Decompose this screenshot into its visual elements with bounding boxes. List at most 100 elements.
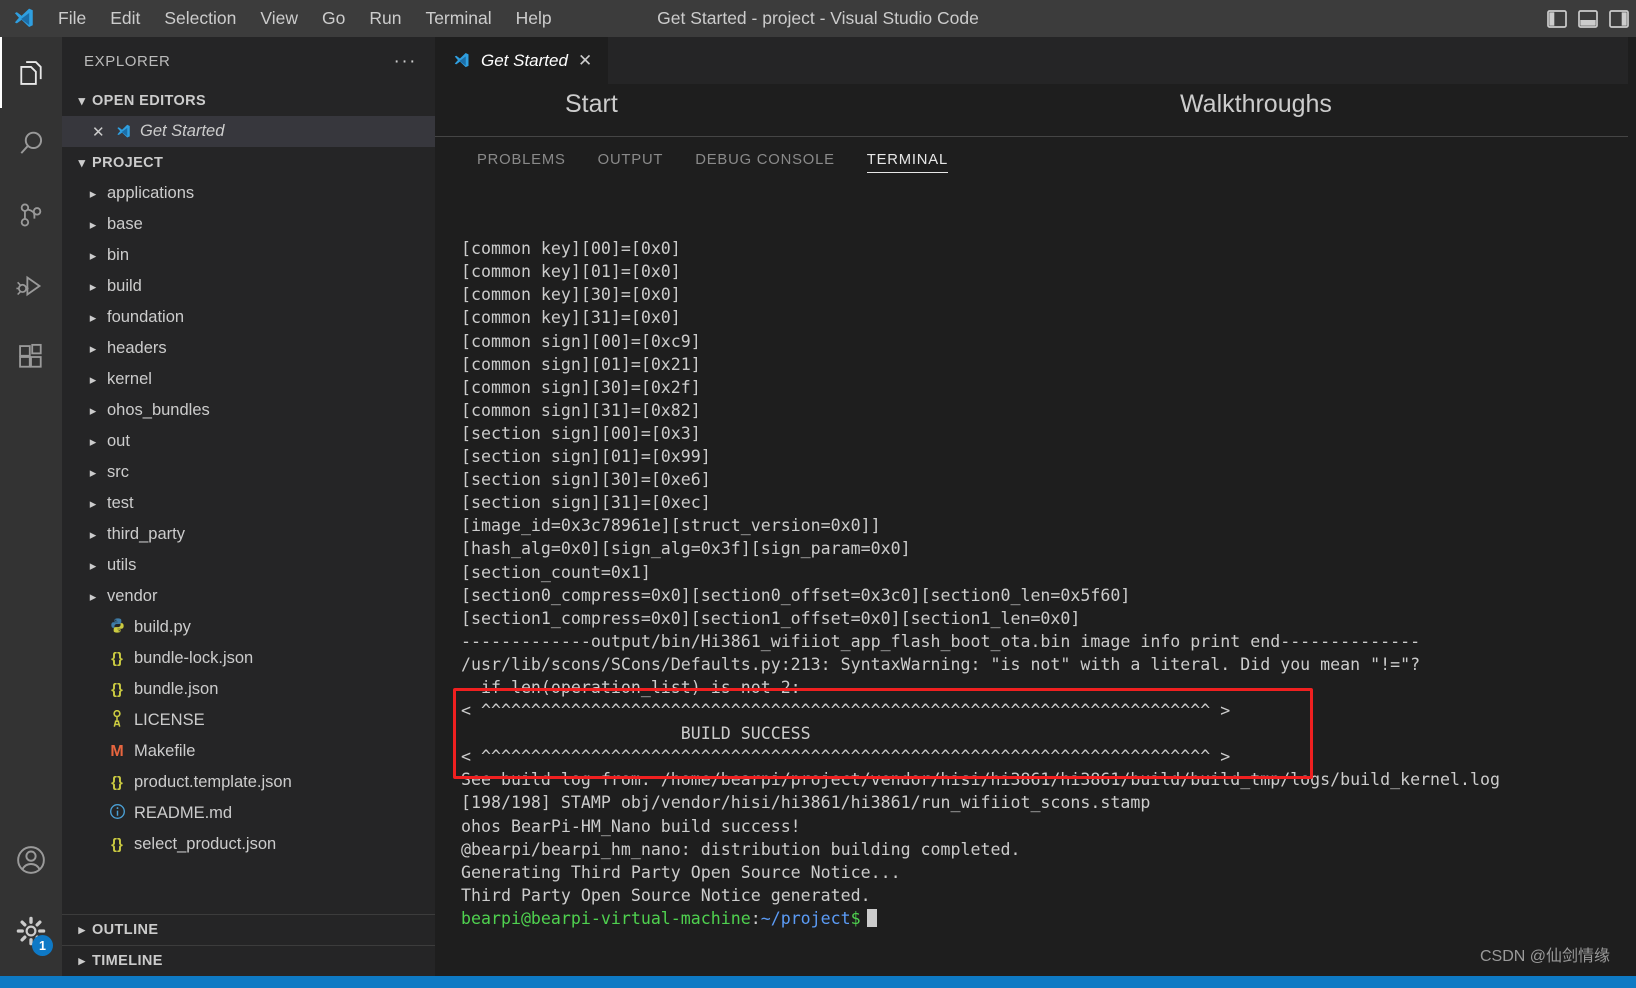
chevron-right-icon: ▸ (89, 247, 97, 263)
tree-item-label: bundle.json (134, 680, 219, 698)
terminal-body: [common key][00]=[0x0] [common key][01]=[… (435, 237, 1628, 930)
tree-item-headers[interactable]: ▸ headers (62, 333, 435, 364)
terminal-after-line-4: @bearpi/bearpi_hm_nano: distribution bui… (461, 839, 1021, 859)
tab-terminal[interactable]: TERMINAL (851, 137, 964, 183)
prompt-separator: : (750, 908, 761, 928)
activity-explorer[interactable] (0, 37, 62, 108)
tree-item-utils[interactable]: ▸ utils (62, 550, 435, 581)
python-icon (107, 617, 127, 638)
menu-edit[interactable]: Edit (98, 5, 152, 32)
tree-item-build-py[interactable]: build.py (62, 612, 435, 643)
title-bar: File Edit Selection View Go Run Terminal… (0, 0, 1636, 37)
prompt-path: ~/project (760, 908, 851, 928)
tree-item-bundle-lock-json[interactable]: {} bundle-lock.json (62, 643, 435, 674)
terminal-line-9: [section sign][01]=[0x99] (461, 447, 711, 467)
menu-file[interactable]: File (46, 5, 98, 32)
tree-item-third-party[interactable]: ▸ third_party (62, 519, 435, 550)
terminal-line-13: [hash_alg=0x0][sign_alg=0x3f][sign_param… (461, 539, 911, 559)
close-icon[interactable]: ✕ (92, 123, 106, 141)
tree-item-build[interactable]: ▸ build (62, 271, 435, 302)
tree-item-src[interactable]: ▸ src (62, 457, 435, 488)
manage-badge: 1 (32, 935, 53, 956)
panel-left-icon[interactable] (1546, 8, 1568, 30)
activity-search[interactable] (0, 108, 62, 179)
tree-item-bundle-json[interactable]: {} bundle.json (62, 674, 435, 705)
activity-source-control[interactable] (0, 179, 62, 250)
tree-item-test[interactable]: ▸ test (62, 488, 435, 519)
section-project[interactable]: ▾ PROJECT (62, 147, 435, 178)
chevron-down-icon: ▾ (78, 92, 86, 108)
json-icon: {} (111, 836, 123, 853)
menu-run[interactable]: Run (357, 5, 413, 32)
tree-item-base[interactable]: ▸ base (62, 209, 435, 240)
terminal-prompt[interactable]: bearpi@bearpi-virtual-machine:~/project$ (435, 907, 1628, 930)
tree-item-bin[interactable]: ▸ bin (62, 240, 435, 271)
terminal-line-18: /usr/lib/scons/SCons/Defaults.py:213: Sy… (461, 654, 1421, 674)
tree-item-applications[interactable]: ▸ applications (62, 178, 435, 209)
files-icon (20, 60, 42, 85)
open-editor-get-started[interactable]: ✕ Get Started (62, 116, 435, 147)
vscode-logo-icon (14, 8, 33, 27)
chevron-right-icon: ▸ (89, 278, 97, 294)
chevron-right-icon: ▸ (89, 371, 97, 387)
chevron-right-icon: ▸ (89, 495, 97, 511)
tree-item-readme-md[interactable]: README.md (62, 798, 435, 829)
tree-item-license[interactable]: LICENSE (62, 705, 435, 736)
tab-close-icon[interactable]: ✕ (578, 51, 592, 71)
vscode-logo (0, 6, 46, 32)
tree-item-product-template-json[interactable]: {} product.template.json (62, 767, 435, 798)
tab-problems[interactable]: PROBLEMS (461, 137, 582, 183)
terminal-line-14: [section_count=0x1] (461, 562, 651, 582)
tree-item-label: third_party (107, 525, 185, 543)
panel-right-icon[interactable] (1608, 8, 1630, 30)
tree-item-label: headers (107, 339, 167, 357)
section-timeline[interactable]: ▸ TIMELINE (62, 945, 435, 976)
menu-bar[interactable]: File Edit Selection View Go Run Terminal… (46, 5, 564, 32)
source-control-icon (20, 203, 42, 226)
tree-item-ohos-bundles[interactable]: ▸ ohos_bundles (62, 395, 435, 426)
tree-item-makefile[interactable]: M Makefile (62, 736, 435, 767)
terminal-line-16: [section1_compress=0x0][section1_offset=… (461, 608, 1081, 628)
tab-debug-console[interactable]: DEBUG CONSOLE (679, 137, 851, 183)
activity-run-debug[interactable] (0, 250, 62, 321)
tree-item-vendor[interactable]: ▸ vendor (62, 581, 435, 612)
section-outline[interactable]: ▸ OUTLINE (62, 914, 435, 945)
chevron-right-icon: ▸ (89, 464, 97, 480)
tree-item-select-product-json[interactable]: {} select_product.json (62, 829, 435, 860)
terminal-line-7: [common sign][31]=[0x82] (461, 400, 701, 420)
tree-item-label: build.py (134, 618, 191, 636)
sidebar-more-actions-icon[interactable]: ··· (394, 52, 417, 71)
vscode-window: File Edit Selection View Go Run Terminal… (0, 0, 1636, 988)
chevron-right-icon: ▸ (89, 185, 97, 201)
tree-item-kernel[interactable]: ▸ kernel (62, 364, 435, 395)
window-controls[interactable] (1546, 0, 1630, 37)
menu-terminal[interactable]: Terminal (413, 5, 503, 32)
terminal-after-line-1: See build log from: /home/bearpi/project… (461, 770, 1500, 790)
panel-bottom-icon[interactable] (1577, 8, 1599, 30)
json-icon: {} (111, 650, 123, 667)
activity-extensions[interactable] (0, 321, 62, 392)
tree-item-out[interactable]: ▸ out (62, 426, 435, 457)
tab-get-started[interactable]: Get Started ✕ (435, 37, 609, 84)
chevron-right-icon: ▸ (89, 588, 97, 604)
status-bar[interactable] (0, 976, 1636, 988)
activity-manage[interactable]: 1 (0, 895, 62, 966)
terminal-line-4: [common sign][00]=[0xc9] (461, 331, 701, 351)
tree-item-label: README.md (134, 804, 233, 822)
tab-output[interactable]: OUTPUT (582, 137, 680, 183)
timeline-label: TIMELINE (92, 953, 163, 969)
menu-go[interactable]: Go (310, 5, 357, 32)
terminal-output[interactable]: [common key][00]=[0x0] [common key][01]=[… (435, 183, 1628, 976)
terminal-after-line-6: Third Party Open Source Notice generated… (461, 885, 871, 905)
terminal-line-6: [common sign][30]=[0x2f] (461, 377, 701, 397)
tree-item-label: test (107, 494, 134, 512)
terminal-line-10: [section sign][30]=[0xe6] (461, 470, 711, 490)
section-open-editors[interactable]: ▾ OPEN EDITORS (62, 85, 435, 116)
sidebar-header: EXPLORER ··· (62, 37, 435, 85)
activity-accounts[interactable] (0, 824, 62, 895)
menu-selection[interactable]: Selection (152, 5, 248, 32)
tree-item-foundation[interactable]: ▸ foundation (62, 302, 435, 333)
terminal-line-17: -------------output/bin/Hi3861_wifiiot_a… (461, 631, 1421, 651)
menu-view[interactable]: View (248, 5, 310, 32)
menu-help[interactable]: Help (504, 5, 564, 32)
